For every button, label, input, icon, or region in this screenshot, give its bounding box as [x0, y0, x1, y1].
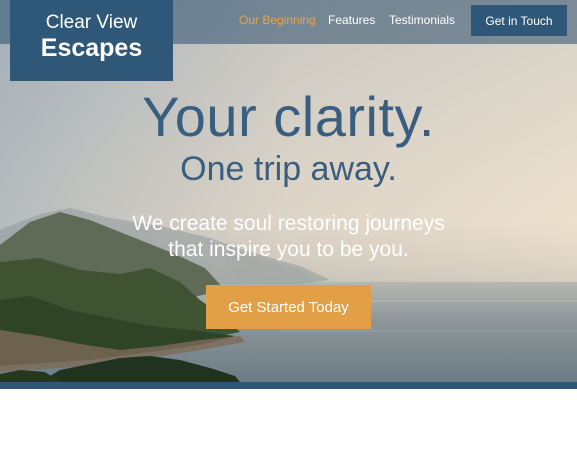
- hero-tagline-line1: We create soul restoring journeys: [132, 212, 445, 235]
- get-started-button[interactable]: Get Started Today: [206, 285, 371, 329]
- get-started-label: Get Started Today: [228, 298, 349, 316]
- hero-headline: Your clarity.: [142, 85, 435, 148]
- get-in-touch-label: Get in Touch: [485, 13, 553, 28]
- brand-name-line1: Clear View: [45, 12, 138, 33]
- hero-subheadline: One trip away.: [180, 150, 397, 188]
- nav-link-testimonials[interactable]: Testimonials: [389, 13, 455, 27]
- section-divider: [0, 382, 577, 389]
- hero-tagline: We create soul restoring journeys that i…: [0, 211, 577, 263]
- nav-link-features[interactable]: Features: [328, 13, 375, 27]
- nav-link-our-beginning[interactable]: Our Beginning: [239, 13, 316, 27]
- brand-name-line2: Escapes: [40, 34, 143, 62]
- hero-section: Clear View Escapes Our Beginning Feature…: [0, 0, 577, 382]
- get-in-touch-button[interactable]: Get in Touch: [471, 5, 567, 36]
- hero-tagline-line2: that inspire you to be you.: [168, 238, 409, 261]
- brand-logo[interactable]: Clear View Escapes: [10, 0, 173, 81]
